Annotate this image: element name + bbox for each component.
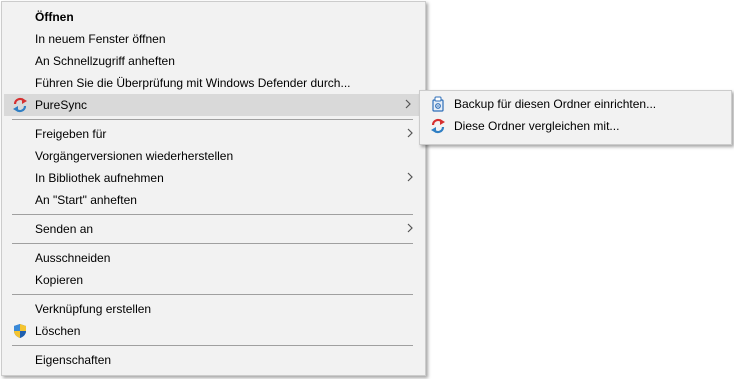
menu-item-label: Vorgängerversionen wiederherstellen (35, 149, 234, 163)
chevron-right-icon (405, 99, 411, 109)
menu-item-include-in-library[interactable]: In Bibliothek aufnehmen (2, 167, 425, 189)
menu-item-label: In neuem Fenster öffnen (35, 32, 166, 46)
submenu-item-compare-folders[interactable]: Diese Ordner vergleichen mit... (420, 115, 731, 137)
menu-item-send-to[interactable]: Senden an (2, 218, 425, 240)
menu-item-label: Eigenschaften (35, 353, 112, 367)
menu-item-label: Kopieren (35, 273, 84, 287)
menu-item-label: Löschen (35, 324, 81, 338)
menu-item-share-with[interactable]: Freigeben für (2, 123, 425, 145)
chevron-right-icon (407, 128, 413, 138)
menu-item-pin-to-start[interactable]: An "Start" anheften (2, 189, 425, 211)
menu-item-windows-defender-scan[interactable]: Führen Sie die Überprüfung mit Windows D… (2, 72, 425, 94)
menu-item-label: An Schnellzugriff anheften (35, 54, 175, 68)
menu-item-create-shortcut[interactable]: Verknüpfung erstellen (2, 298, 425, 320)
menu-item-open-new-window[interactable]: In neuem Fenster öffnen (2, 28, 425, 50)
menu-item-label: Ausschneiden (35, 251, 111, 265)
menu-item-pin-quick-access[interactable]: An Schnellzugriff anheften (2, 50, 425, 72)
puresync-sync-icon (431, 118, 445, 134)
menu-item-label: PureSync (35, 98, 88, 112)
menu-item-restore-previous-versions[interactable]: Vorgängerversionen wiederherstellen (2, 145, 425, 167)
menu-item-label: Verknüpfung erstellen (35, 302, 152, 316)
menu-item-puresync[interactable]: PureSync (4, 94, 423, 116)
context-menu: Öffnen In neuem Fenster öffnen An Schnel… (1, 1, 426, 376)
chevron-right-icon (407, 172, 413, 182)
menu-separator (12, 243, 413, 244)
menu-separator (12, 345, 413, 346)
menu-item-label: Öffnen (35, 10, 74, 24)
submenu-item-label: Backup für diesen Ordner einrichten... (454, 97, 657, 111)
menu-separator (12, 294, 413, 295)
menu-item-properties[interactable]: Eigenschaften (2, 349, 425, 371)
menu-item-cut[interactable]: Ausschneiden (2, 247, 425, 269)
uac-shield-icon (14, 324, 26, 338)
backup-device-icon (432, 96, 444, 112)
menu-item-copy[interactable]: Kopieren (2, 269, 425, 291)
chevron-right-icon (407, 223, 413, 233)
puresync-submenu: Backup für diesen Ordner einrichten... D… (419, 90, 732, 145)
puresync-sync-icon (13, 97, 27, 113)
menu-item-open[interactable]: Öffnen (2, 6, 425, 28)
submenu-item-setup-backup[interactable]: Backup für diesen Ordner einrichten... (420, 93, 731, 115)
menu-separator (12, 119, 413, 120)
menu-item-label: Führen Sie die Überprüfung mit Windows D… (35, 76, 351, 90)
menu-separator (12, 214, 413, 215)
menu-item-label: Freigeben für (35, 127, 107, 141)
submenu-item-label: Diese Ordner vergleichen mit... (454, 119, 620, 133)
menu-item-label: An "Start" anheften (35, 193, 137, 207)
menu-item-delete[interactable]: Löschen (2, 320, 425, 342)
menu-item-label: In Bibliothek aufnehmen (35, 171, 164, 185)
menu-item-label: Senden an (35, 222, 94, 236)
